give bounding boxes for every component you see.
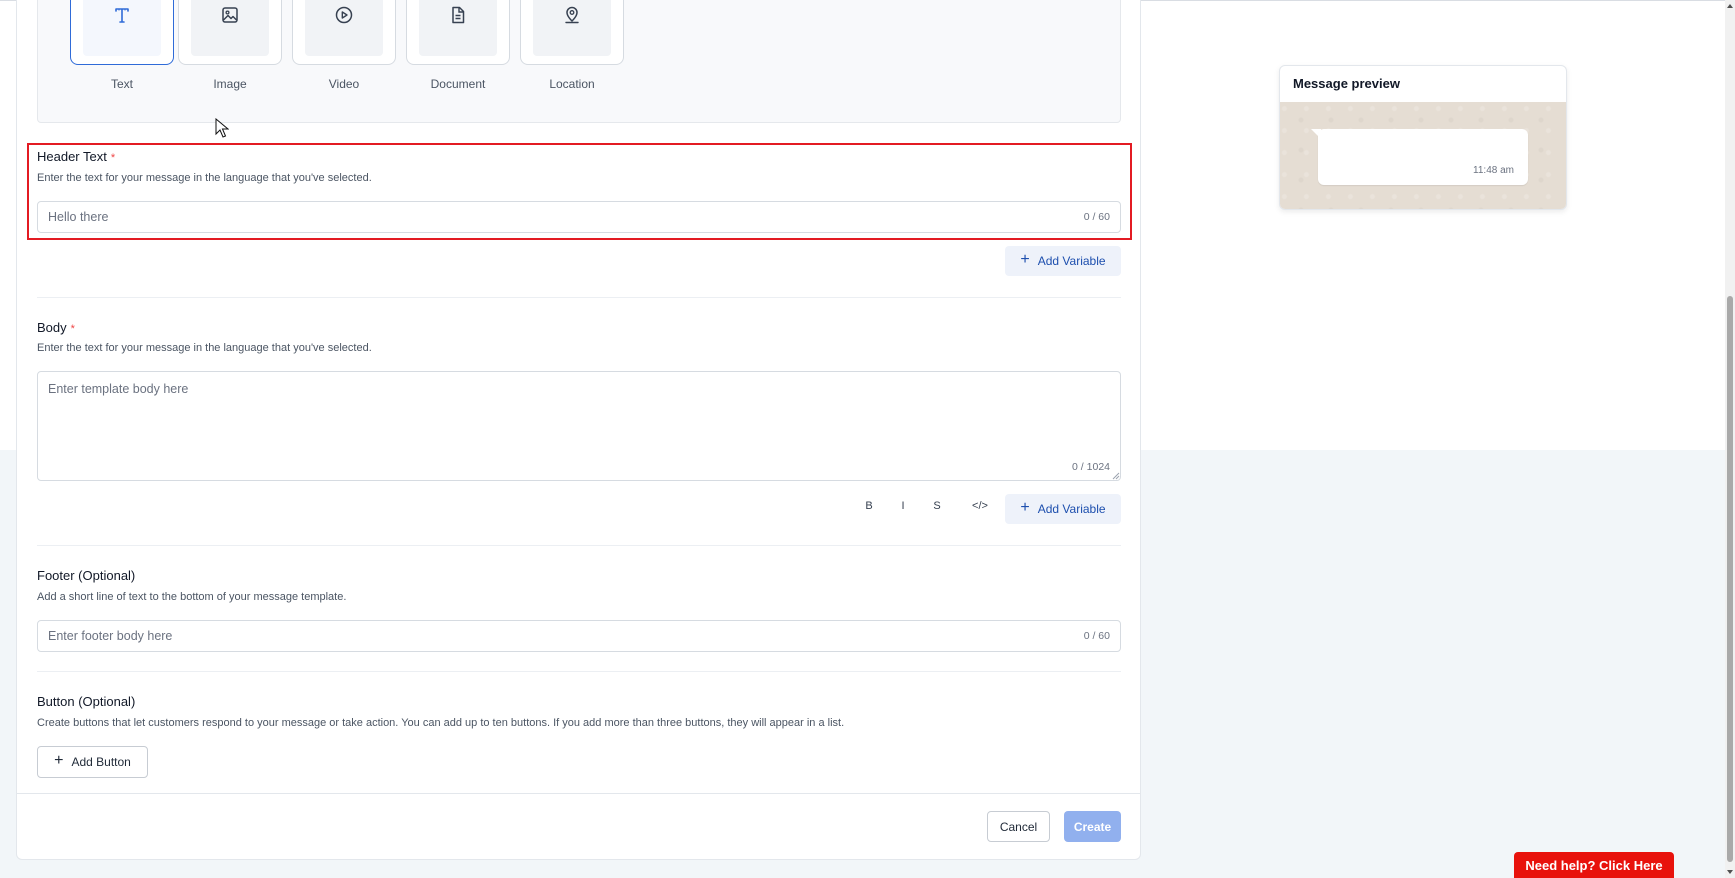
chat-background: 11:48 am xyxy=(1280,102,1566,209)
location-icon xyxy=(565,6,579,24)
plus-icon: + xyxy=(1020,499,1030,516)
button-section-label: Button (Optional) xyxy=(37,694,136,709)
strikethrough-button[interactable]: S xyxy=(925,500,949,512)
resize-grip-icon[interactable] xyxy=(1112,472,1120,480)
message-preview-panel: Message preview 11:48 am xyxy=(1279,65,1567,210)
scrollbar-thumb[interactable] xyxy=(1727,296,1733,862)
need-help-button[interactable]: Need help? Click Here xyxy=(1514,852,1674,878)
section-divider xyxy=(37,545,1121,546)
mouse-cursor-icon xyxy=(215,118,229,138)
add-variable-label: Add Variable xyxy=(1037,502,1106,516)
media-option-document[interactable]: Document xyxy=(406,0,510,91)
media-option-label: Text xyxy=(110,77,133,91)
media-option-text[interactable]: Text xyxy=(70,0,174,91)
document-icon xyxy=(452,6,465,24)
body-add-variable-button[interactable]: + Add Variable xyxy=(1005,494,1121,524)
body-counter: 0 / 1024 xyxy=(1072,461,1110,473)
header-text-counter: 0 / 60 xyxy=(1083,211,1110,223)
footer-counter: 0 / 60 xyxy=(1083,630,1110,642)
media-option-label: Video xyxy=(328,77,360,91)
section-divider xyxy=(37,671,1121,672)
plus-icon: + xyxy=(1020,251,1030,268)
footer-label: Footer (Optional) xyxy=(37,568,136,583)
create-button[interactable]: Create xyxy=(1064,811,1121,842)
media-option-location[interactable]: Location xyxy=(520,0,624,91)
media-option-video[interactable]: Video xyxy=(292,0,396,91)
message-bubble: 11:48 am xyxy=(1318,129,1528,185)
plus-icon: + xyxy=(54,752,64,769)
image-icon xyxy=(222,7,238,23)
body-textarea[interactable] xyxy=(37,371,1121,481)
header-text-hint: Enter the text for your message in the l… xyxy=(37,172,372,184)
section-divider xyxy=(37,297,1121,298)
header-text-label: Header Text * xyxy=(37,149,116,164)
add-button-button[interactable]: + Add Button xyxy=(37,746,148,778)
video-icon xyxy=(335,6,353,24)
message-time: 11:48 am xyxy=(1473,165,1514,176)
body-hint: Enter the text for your message in the l… xyxy=(37,342,372,354)
body-label: Body * xyxy=(37,320,75,335)
scroll-down-icon[interactable] xyxy=(1726,868,1734,876)
media-option-label: Document xyxy=(430,77,486,91)
cancel-button[interactable]: Cancel xyxy=(987,811,1050,842)
preview-title: Message preview xyxy=(1293,76,1400,91)
header-text-input[interactable] xyxy=(37,201,1121,233)
media-option-image[interactable]: Image xyxy=(178,0,282,91)
footer-input[interactable] xyxy=(37,620,1121,652)
header-type-panel: Text Image Video Document Location xyxy=(37,0,1121,123)
required-marker: * xyxy=(110,152,116,164)
media-option-label: Location xyxy=(549,77,595,91)
code-button[interactable]: </> xyxy=(967,500,993,512)
italic-button[interactable]: I xyxy=(891,500,915,512)
header-add-variable-button[interactable]: + Add Variable xyxy=(1005,246,1121,276)
bold-button[interactable]: B xyxy=(857,500,881,512)
footer-hint: Add a short line of text to the bottom o… xyxy=(37,591,347,603)
add-variable-label: Add Variable xyxy=(1037,254,1106,268)
required-marker: * xyxy=(70,323,75,335)
media-option-label: Image xyxy=(213,77,247,91)
add-button-label: Add Button xyxy=(71,755,131,769)
scroll-up-icon[interactable] xyxy=(1726,2,1734,10)
card-footer-divider xyxy=(16,793,1141,794)
button-section-hint: Create buttons that let customers respon… xyxy=(37,717,845,729)
text-icon xyxy=(115,8,129,23)
